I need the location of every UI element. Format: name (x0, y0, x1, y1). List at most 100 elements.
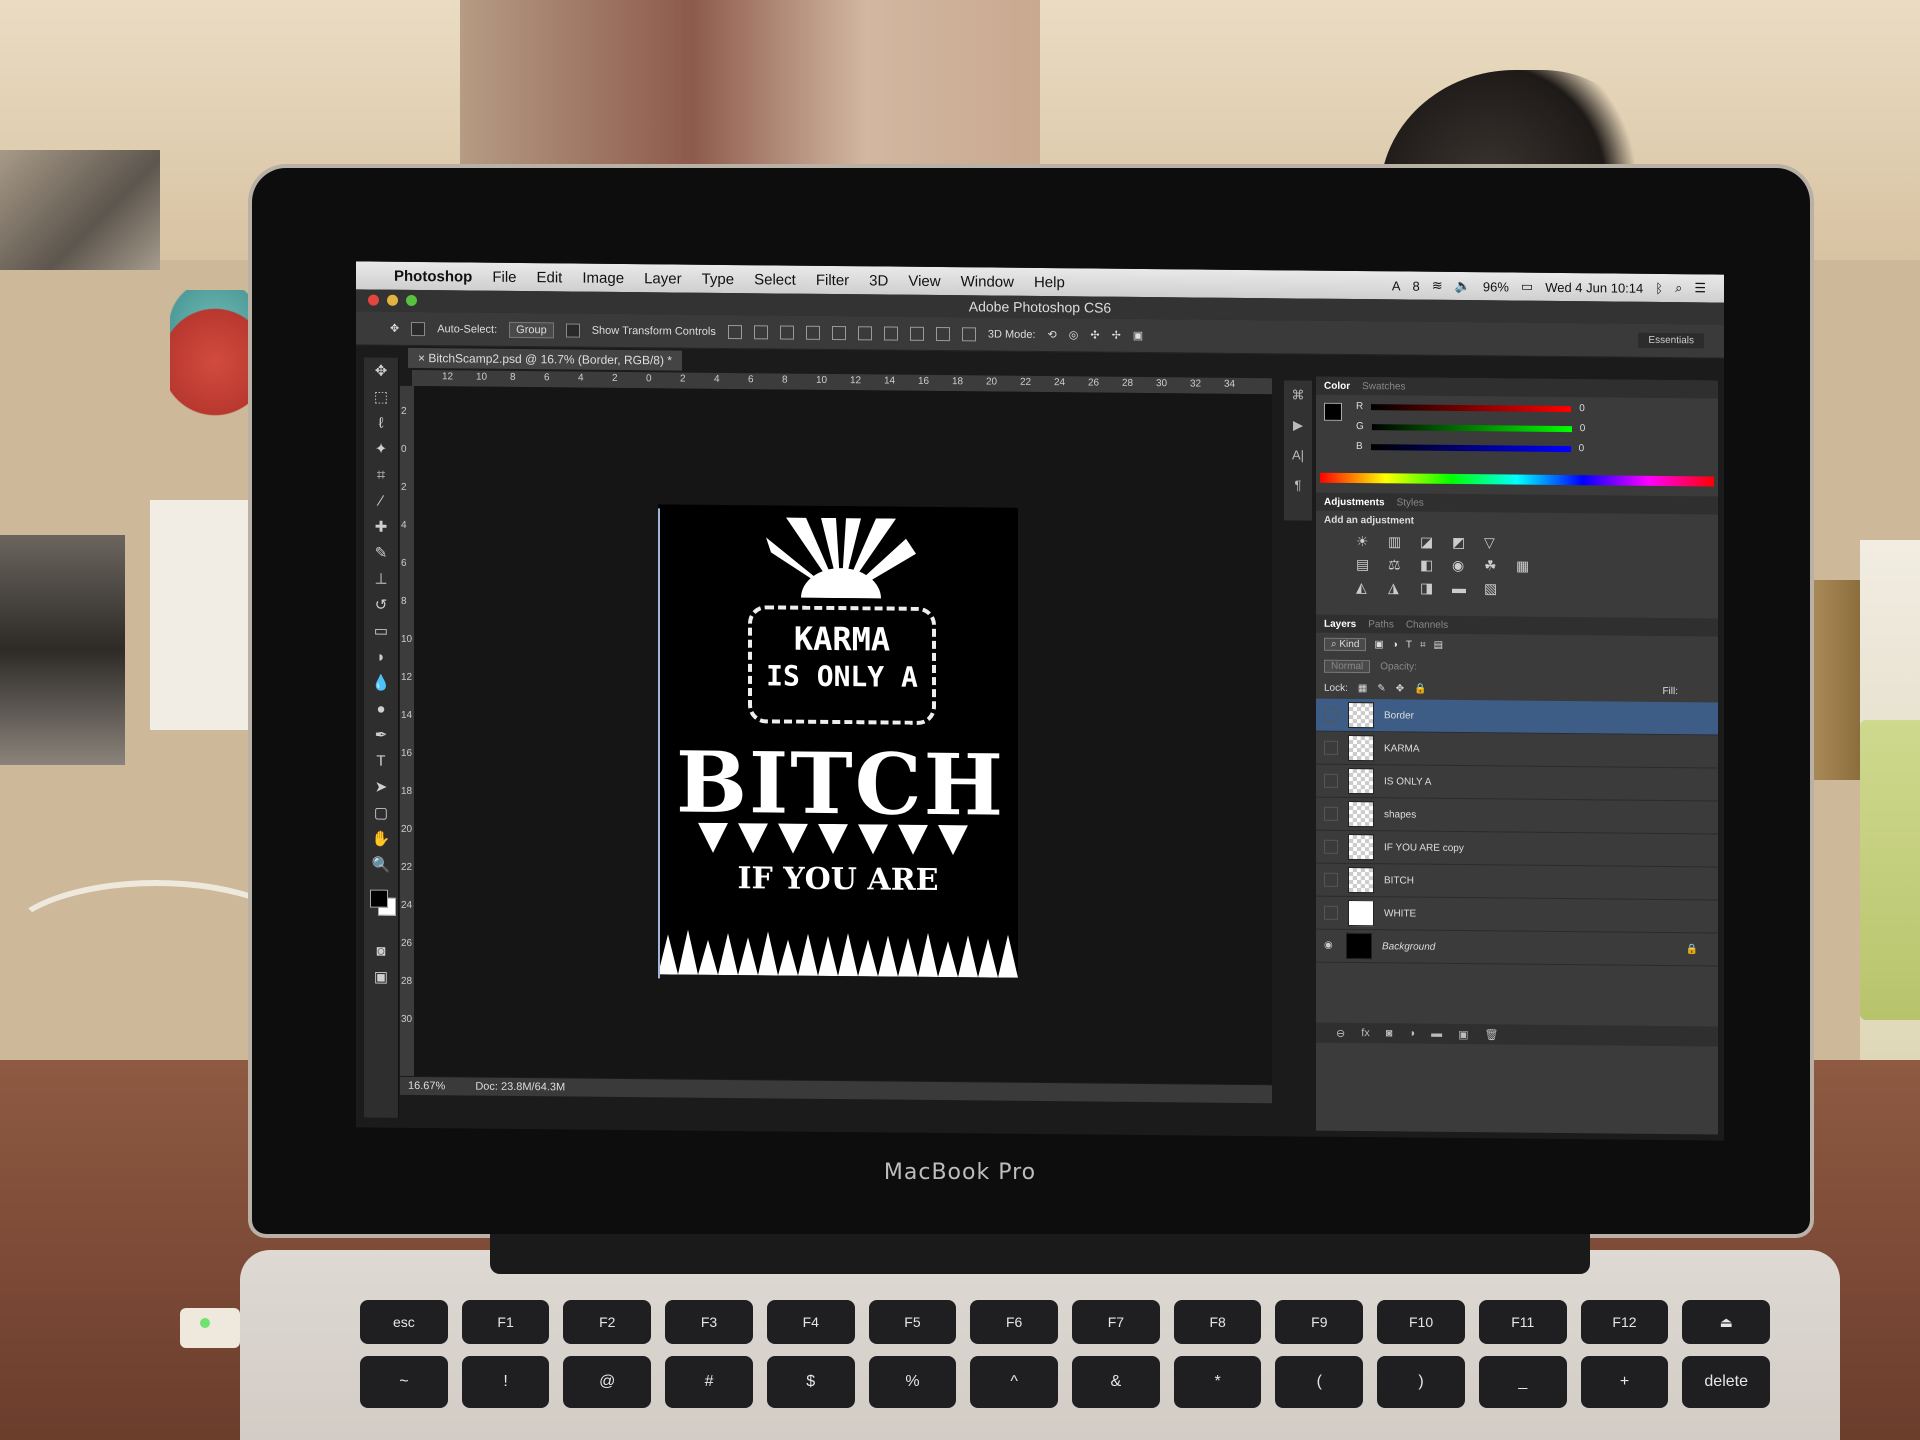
keyboard-key[interactable]: * (1173, 1356, 1262, 1408)
blue-value[interactable]: 0 (1579, 443, 1585, 454)
3d-pan-icon[interactable]: ✣ (1090, 328, 1099, 341)
keyboard-key[interactable]: F12 (1580, 1300, 1669, 1344)
color-spectrum[interactable] (1320, 472, 1714, 487)
keyboard-key[interactable]: ⏏ (1682, 1300, 1771, 1344)
gradient-map-icon[interactable]: ▬ (1452, 580, 1472, 597)
brush-tool-icon[interactable]: ✎ (364, 540, 398, 566)
posterize-icon[interactable]: ◮ (1388, 579, 1408, 596)
filter-adjustment-icon[interactable]: ◑ (1392, 639, 1398, 650)
new-group-icon[interactable]: ▬ (1431, 1028, 1442, 1040)
show-transform-checkbox[interactable] (565, 322, 580, 338)
new-layer-icon[interactable]: ▣ (1458, 1028, 1468, 1041)
green-slider[interactable] (1371, 423, 1572, 432)
invert-icon[interactable]: ◭ (1356, 579, 1376, 596)
layer-row-karma[interactable]: KARMA (1316, 731, 1718, 769)
keyboard-key[interactable]: + (1580, 1356, 1669, 1408)
zoom-tool-icon[interactable]: 🔍 (364, 852, 398, 878)
keyboard-key[interactable]: F10 (1377, 1300, 1465, 1344)
auto-align-icon[interactable] (961, 326, 976, 341)
keyboard-key[interactable]: % (868, 1356, 957, 1408)
crop-tool-icon[interactable]: ⌗ (364, 462, 398, 488)
keyboard-key[interactable]: _ (1478, 1356, 1567, 1408)
layer-thumbnail[interactable] (1348, 734, 1374, 762)
tab-adjustments[interactable]: Adjustments (1324, 496, 1385, 508)
tab-styles[interactable]: Styles (1397, 497, 1424, 508)
pen-tool-icon[interactable]: ✒ (364, 722, 398, 748)
color-lookup-icon[interactable]: ▦ (1516, 558, 1536, 575)
layer-visibility-toggle[interactable] (1324, 773, 1338, 788)
align-top-icon[interactable] (727, 324, 742, 339)
layer-row-background[interactable]: ◉ Background 🔒 (1316, 929, 1718, 967)
keyboard-key[interactable]: ! (461, 1356, 550, 1408)
layer-row-is-only-a[interactable]: IS ONLY A (1316, 764, 1718, 802)
red-slider[interactable] (1371, 403, 1572, 412)
menu-filter[interactable]: Filter (816, 271, 849, 288)
dodge-tool-icon[interactable]: ● (364, 696, 398, 722)
keyboard-key[interactable]: F6 (970, 1300, 1059, 1344)
close-tab-icon[interactable]: × (418, 351, 428, 365)
tab-paths[interactable]: Paths (1368, 619, 1394, 630)
layer-name[interactable]: WHITE (1384, 908, 1416, 919)
menu-image[interactable]: Image (582, 269, 624, 286)
adobe-icon[interactable]: A (1392, 278, 1401, 293)
hue-saturation-icon[interactable]: ▤ (1356, 556, 1376, 573)
delete-layer-icon[interactable]: 🗑 (1485, 1028, 1499, 1041)
doc-size[interactable]: Doc: 23.8M/64.3M (475, 1081, 565, 1094)
layer-name[interactable]: Background (1382, 941, 1435, 953)
volume-icon[interactable]: 🔈 (1455, 278, 1471, 294)
paragraph-panel-icon[interactable]: ¶ (1284, 470, 1312, 500)
battery-percent[interactable]: 96% (1483, 279, 1509, 294)
color-balance-icon[interactable]: ⚖ (1388, 556, 1408, 573)
move-tool-icon[interactable]: ✥ (364, 358, 398, 384)
app-menu[interactable]: Photoshop (394, 267, 472, 285)
clone-stamp-tool-icon[interactable]: ⊥ (364, 566, 398, 592)
battery-icon[interactable]: ▭ (1521, 279, 1533, 295)
layer-visibility-toggle[interactable] (1324, 707, 1338, 722)
close-icon[interactable] (368, 294, 379, 306)
auto-select-dropdown[interactable]: Group (509, 321, 554, 338)
minimize-icon[interactable] (387, 294, 398, 306)
blur-tool-icon[interactable]: 💧 (364, 670, 398, 696)
lock-pixels-icon[interactable]: ✎ (1377, 683, 1385, 694)
keyboard-key[interactable]: ) (1377, 1356, 1465, 1408)
foreground-color-swatch[interactable] (370, 889, 388, 908)
photo-filter-icon[interactable]: ◉ (1452, 557, 1472, 574)
keyboard-key[interactable]: ^ (970, 1356, 1059, 1408)
tab-swatches[interactable]: Swatches (1362, 381, 1405, 392)
filter-type-icon[interactable]: T (1406, 639, 1412, 650)
menu-3d[interactable]: 3D (869, 272, 888, 289)
keyboard-key[interactable]: F5 (868, 1300, 957, 1344)
eye-icon[interactable]: ◉ (1324, 940, 1336, 952)
paint-bucket-tool-icon[interactable]: ◗ (364, 644, 398, 670)
layer-thumbnail[interactable] (1348, 767, 1374, 795)
keyboard-key[interactable]: delete (1682, 1356, 1771, 1408)
lasso-tool-icon[interactable]: ℓ (364, 410, 398, 436)
3d-camera-icon[interactable]: ▣ (1133, 329, 1143, 342)
layer-visibility-toggle[interactable] (1324, 806, 1338, 821)
blue-slider[interactable] (1370, 443, 1571, 452)
keyboard-key[interactable]: $ (766, 1356, 855, 1408)
layer-row-bitch[interactable]: BITCH (1316, 863, 1718, 901)
layer-thumbnail[interactable] (1348, 833, 1374, 861)
keyboard-key[interactable]: ~ (360, 1356, 448, 1408)
keyboard-key[interactable]: & (1072, 1356, 1160, 1408)
align-right-icon[interactable] (857, 325, 872, 340)
3d-rotate-icon[interactable]: ⟲ (1048, 328, 1057, 341)
actions-panel-icon[interactable]: ▶ (1284, 410, 1312, 440)
wifi-icon[interactable]: ≋ (1432, 278, 1443, 294)
selective-color-icon[interactable]: ▧ (1484, 580, 1504, 597)
tab-channels[interactable]: Channels (1406, 619, 1448, 630)
layer-thumbnail[interactable] (1348, 701, 1374, 729)
workspace-switcher[interactable]: Essentials (1638, 332, 1704, 349)
marquee-tool-icon[interactable]: ⬚ (364, 384, 398, 410)
blend-mode-dropdown[interactable]: Normal (1324, 659, 1371, 673)
layer-name[interactable]: BITCH (1384, 875, 1414, 886)
document-tab[interactable]: × BitchScamp2.psd @ 16.7% (Border, RGB/8… (408, 347, 682, 371)
align-hcenter-icon[interactable] (831, 325, 846, 340)
bluetooth-icon[interactable]: ᛒ (1655, 280, 1663, 295)
move-tool-icon[interactable]: ✥ (390, 322, 399, 335)
layer-thumbnail[interactable] (1348, 866, 1374, 894)
layer-visibility-toggle[interactable] (1324, 839, 1338, 854)
layer-thumbnail[interactable] (1348, 899, 1374, 927)
notification-icon[interactable]: ☰ (1694, 280, 1706, 296)
